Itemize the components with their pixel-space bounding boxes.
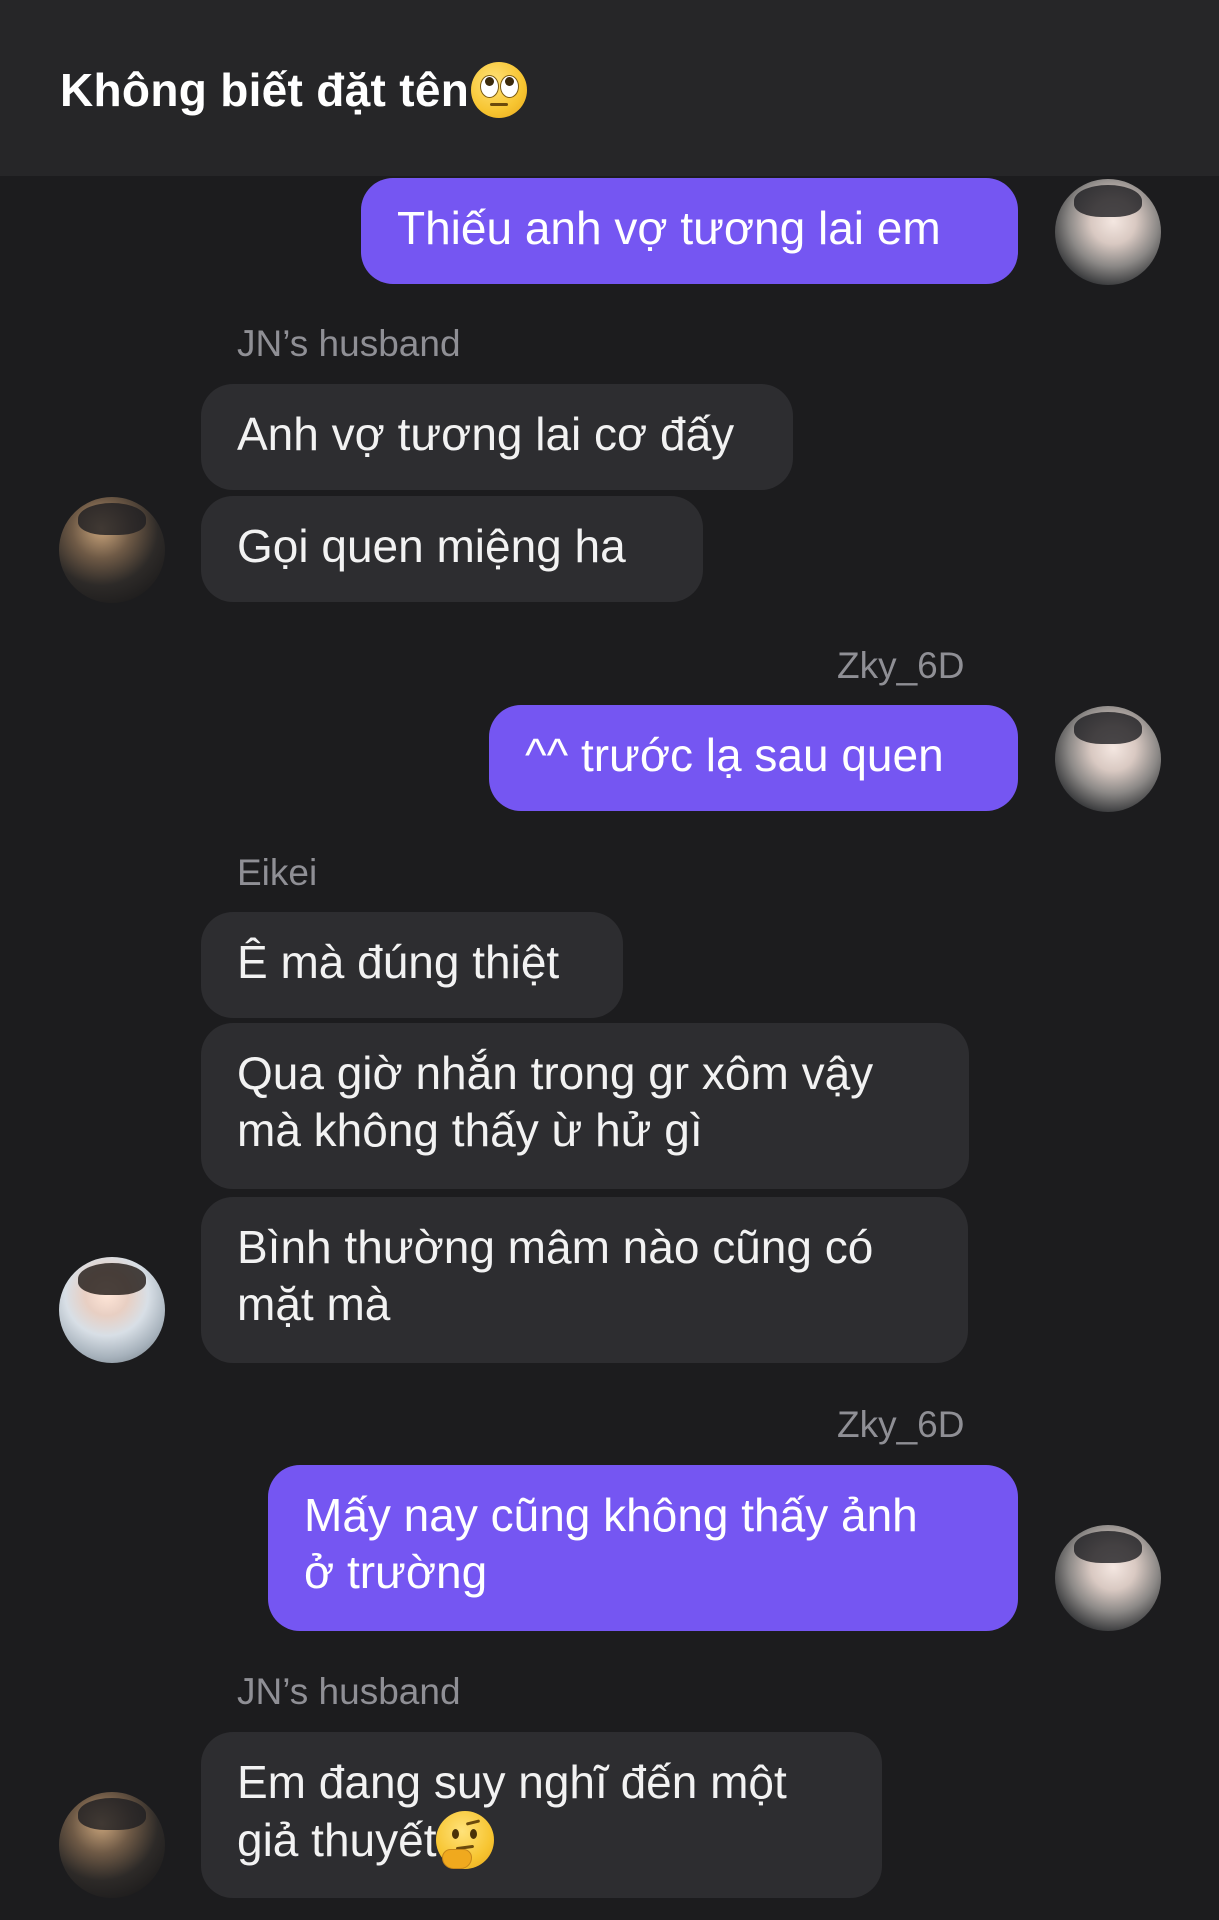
message-text: Thiếu anh vợ tương lai em	[397, 202, 941, 254]
message-text: Ê mà đúng thiệt	[237, 936, 560, 988]
message-bubble-outgoing[interactable]: ^^ trước lạ sau quen	[489, 705, 1018, 811]
message-text: giả thuyết	[237, 1813, 437, 1866]
message-text: Anh vợ tương lai cơ đấy	[237, 408, 735, 460]
message-text: ^^ trước lạ sau quen	[525, 729, 944, 781]
message-text-line-with-emoji: giả thuyết	[237, 1811, 846, 1869]
rolling-eyes-emoji-icon	[471, 62, 528, 118]
message-text-line: mặt mà	[237, 1278, 391, 1330]
message-text-line: mà không thấy ừ hử gì	[237, 1104, 703, 1156]
message-bubble-incoming[interactable]: Em đang suy nghĩ đến một giả thuyết	[201, 1732, 882, 1898]
sender-name: JN’s husband	[237, 1671, 461, 1712]
avatar-jn-husband[interactable]	[59, 1792, 165, 1898]
message-text-line: ở trường	[304, 1546, 488, 1598]
message-bubble-incoming[interactable]: Qua giờ nhắn trong gr xôm vậy mà không t…	[201, 1023, 969, 1189]
chat-title-text: Không biết đặt tên	[60, 64, 470, 116]
avatar-zky[interactable]	[1055, 706, 1161, 812]
message-bubble-incoming[interactable]: Gọi quen miệng ha	[201, 496, 703, 602]
avatar-zky[interactable]	[1055, 1525, 1161, 1631]
sender-name: Eikei	[237, 852, 318, 893]
message-text: Gọi quen miệng ha	[237, 520, 626, 572]
message-bubble-incoming[interactable]: Ê mà đúng thiệt	[201, 912, 623, 1018]
chat-header: Không biết đặt tên	[0, 0, 1219, 176]
message-bubble-incoming[interactable]: Bình thường mâm nào cũng có mặt mà	[201, 1197, 968, 1363]
chat-title[interactable]: Không biết đặt tên	[60, 62, 528, 118]
sender-name: Zky_6D	[837, 1404, 965, 1445]
avatar-jn-husband[interactable]	[59, 497, 165, 603]
message-bubble-outgoing[interactable]: Mấy nay cũng không thấy ảnh ở trường	[268, 1465, 1018, 1631]
message-text-line: Qua giờ nhắn trong gr xôm vậy	[237, 1047, 874, 1099]
message-text-line: Em đang suy nghĩ đến một	[237, 1756, 787, 1808]
thinking-face-emoji-icon	[436, 1811, 495, 1869]
message-text-line: Bình thường mâm nào cũng có	[237, 1221, 874, 1273]
avatar-eikei[interactable]	[59, 1257, 165, 1363]
avatar-zky[interactable]	[1055, 179, 1161, 285]
message-text-line: Mấy nay cũng không thấy ảnh	[304, 1489, 918, 1541]
message-bubble-incoming[interactable]: Anh vợ tương lai cơ đấy	[201, 384, 793, 490]
message-bubble-outgoing[interactable]: Thiếu anh vợ tương lai em	[361, 178, 1018, 284]
sender-name: Zky_6D	[837, 645, 965, 686]
sender-name: JN’s husband	[237, 323, 461, 364]
